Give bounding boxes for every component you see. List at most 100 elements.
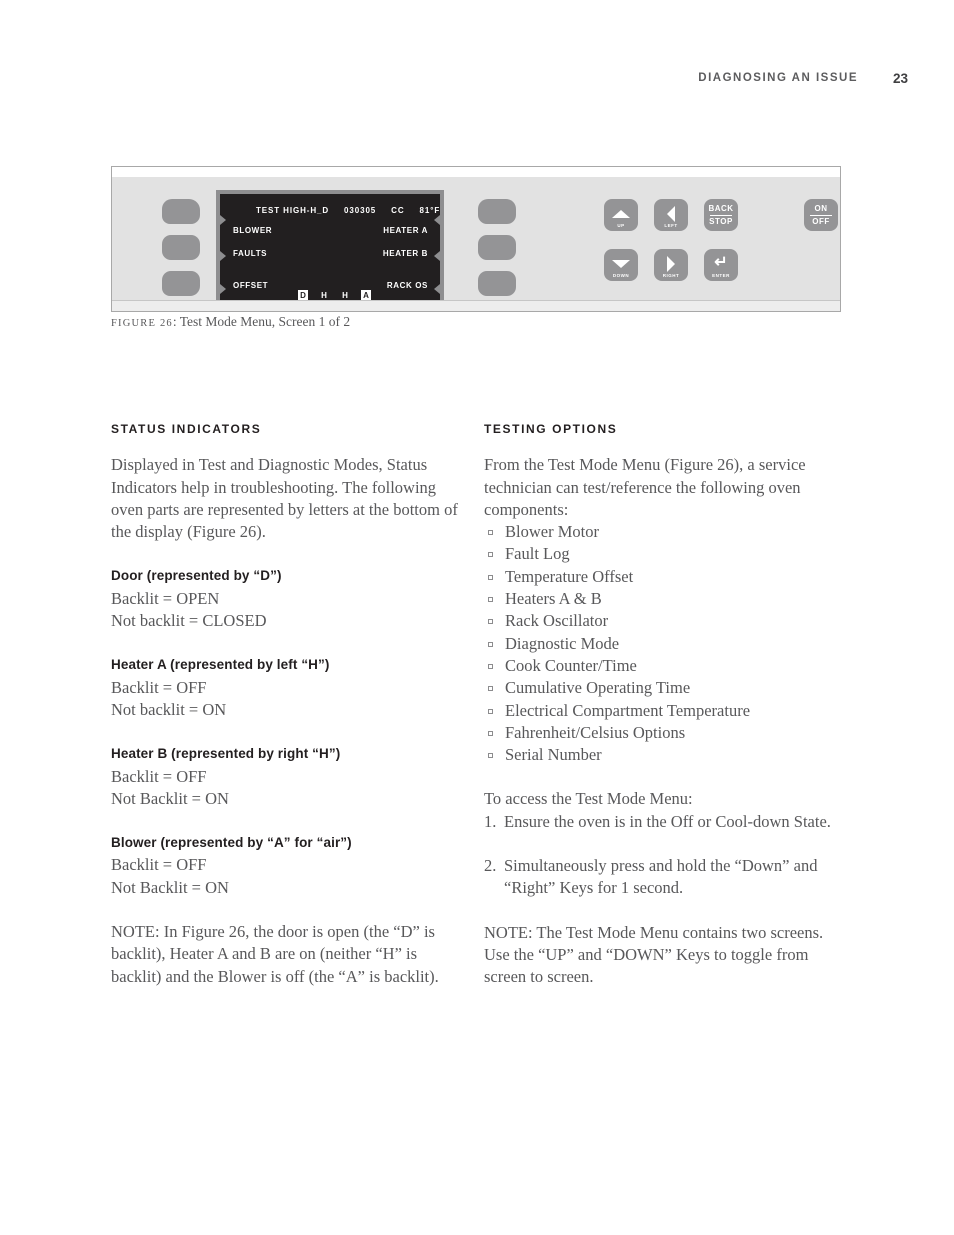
lcd-pointer-left-2 (220, 251, 226, 261)
page-running-header: DIAGNOSING AN ISSUE 23 (0, 71, 954, 92)
lcd-bezel: TEST HIGH-H_D 030305 CC 81°F BLOWER FAULTS … (216, 190, 444, 304)
definition-blower: Blower (represented by “A” for “air”) Ba… (111, 832, 471, 899)
softkey-left-1[interactable] (162, 199, 200, 224)
enter-key[interactable]: ↵ ENTER (704, 249, 738, 281)
lcd-code: 030305 (344, 206, 377, 215)
right-key-label: RIGHT (662, 273, 680, 278)
option-label: Cumulative Operating Time (505, 678, 691, 698)
lcd-pointer-right-2 (434, 251, 440, 261)
softkey-left-2[interactable] (162, 235, 200, 260)
access-steps-list: 1. Ensure the oven is in the Off or Cool-… (484, 811, 844, 900)
lcd-menu-blower[interactable]: BLOWER (233, 226, 272, 235)
definition-blower-term: Blower (111, 835, 157, 851)
definition-heater-a-term: Heater A (111, 657, 167, 673)
definition-door-term: Door (111, 568, 143, 584)
status-indicators-intro: Displayed in Test and Diagnostic Modes, … (111, 455, 458, 542)
list-item: Electrical Compartment Temperature (484, 700, 844, 722)
step-text: Ensure the oven is in the Off or Cool-do… (504, 811, 831, 831)
panel-bottom-strip (112, 300, 840, 311)
lcd-menu-offset[interactable]: OFFSET (233, 281, 268, 290)
softkey-right-3[interactable] (478, 271, 516, 296)
status-indicator-blower: A (361, 290, 371, 300)
onoff-divider-rule (810, 215, 832, 216)
softkey-right-1[interactable] (478, 199, 516, 224)
list-item: Rack Oscillator (484, 610, 844, 632)
list-item: 2. Simultaneously press and hold the “Dow… (484, 855, 844, 900)
lcd-screen: TEST HIGH-H_D 030305 CC 81°F BLOWER FAULTS … (220, 194, 440, 300)
back-label: BACK (708, 204, 734, 213)
oven-keypad: UP DOWN LEFT RIGHT BACK STOP ↵ ENTER ON … (582, 177, 840, 300)
option-label: Blower Motor (505, 522, 599, 542)
definition-heater-a-heading: Heater A (represented by left “H”) (111, 654, 471, 676)
lcd-menu-rack-os[interactable]: RACK OS (387, 281, 428, 290)
list-item: 1. Ensure the oven is in the Off or Cool-… (484, 811, 844, 833)
lcd-pointer-right-1 (434, 215, 440, 225)
down-key-label: DOWN (612, 273, 630, 278)
left-key[interactable]: LEFT (654, 199, 688, 231)
triangle-down-icon (604, 256, 638, 272)
up-key-label: UP (617, 223, 625, 228)
option-label: Serial Number (505, 745, 602, 765)
enter-key-label: ENTER (712, 273, 730, 278)
lcd-pointer-left-1 (220, 215, 226, 225)
definition-heater-a-line1: Backlit = OFF (111, 677, 207, 697)
option-label: Rack Oscillator (505, 611, 609, 631)
square-bullet-icon (488, 708, 493, 714)
figure-26-control-panel: TEST HIGH-H_D 030305 CC 81°F BLOWER FAULTS … (111, 166, 841, 312)
status-indicator-heater-a: H (321, 291, 327, 300)
option-label: Electrical Compartment Temperature (505, 700, 751, 720)
square-bullet-icon (488, 753, 493, 759)
testing-options-note: NOTE: The Test Mode Menu contains two sc… (484, 922, 824, 987)
definition-heater-b-line2: Not Backlit = ON (111, 788, 229, 808)
step-number: 1. (484, 811, 497, 831)
stop-label: STOP (709, 217, 733, 226)
definition-heater-b-qualifier: (represented by right “H”) (167, 746, 341, 762)
definition-heater-a-line2: Not backlit = ON (111, 699, 227, 719)
status-indicators-heading: STATUS INDICATORS (111, 422, 262, 436)
right-column: TESTING OPTIONS From the Test Mode Menu … (484, 418, 844, 989)
softkey-left-3[interactable] (162, 271, 200, 296)
definition-blower-qualifier: (represented by “A” for “air”) (156, 835, 352, 851)
step-number: 2. (484, 856, 497, 876)
down-key[interactable]: DOWN (604, 249, 638, 281)
square-bullet-icon (488, 552, 493, 558)
header-section-title: DIAGNOSING AN ISSUE (698, 72, 858, 84)
lcd-menu-heater-b[interactable]: HEATER B (383, 249, 428, 258)
lcd-title-row: TEST HIGH-H_D 030305 CC 81°F (256, 206, 440, 215)
lcd-menu-faults[interactable]: FAULTS (233, 249, 267, 258)
off-label: OFF (812, 217, 830, 226)
status-indicator-heater-b: H (342, 291, 348, 300)
definition-heater-b-heading: Heater B (represented by right “H”) (111, 743, 471, 765)
square-bullet-icon (488, 686, 493, 692)
up-key[interactable]: UP (604, 199, 638, 231)
on-label: ON (814, 204, 828, 213)
list-item: Cumulative Operating Time (484, 677, 844, 699)
option-label: Fahrenheit/Celsius Options (505, 722, 686, 742)
list-item: Diagnostic Mode (484, 633, 844, 655)
lcd-menu-heater-a[interactable]: HEATER A (383, 226, 428, 235)
square-bullet-icon (488, 597, 493, 603)
testing-options-heading: TESTING OPTIONS (484, 422, 618, 436)
list-item: Blower Motor (484, 521, 844, 543)
lcd-status-indicator-row: D H H A (298, 290, 371, 300)
right-key[interactable]: RIGHT (654, 249, 688, 281)
lcd-mode-name: TEST HIGH-H_D (256, 206, 330, 215)
left-column: STATUS INDICATORS Displayed in Test and … (111, 418, 471, 988)
list-item: Fault Log (484, 543, 844, 565)
definition-heater-b-line1: Backlit = OFF (111, 766, 207, 786)
definition-heater-b: Heater B (represented by right “H”) Back… (111, 743, 471, 810)
list-item: Heaters A & B (484, 588, 844, 610)
back-stop-key[interactable]: BACK STOP (704, 199, 738, 231)
key-divider-rule (710, 215, 732, 216)
square-bullet-icon (488, 641, 493, 647)
left-key-label: LEFT (664, 223, 678, 228)
lcd-temperature: 81°F (419, 206, 440, 215)
softkey-right-2[interactable] (478, 235, 516, 260)
lcd-pointer-right-3 (434, 284, 440, 294)
definition-heater-b-term: Heater B (111, 746, 168, 762)
status-indicators-note: NOTE: In Figure 26, the door is open (th… (111, 922, 439, 986)
on-off-key[interactable]: ON OFF (804, 199, 838, 231)
definition-door: Door (represented by “D”) Backlit = OPEN… (111, 565, 471, 632)
step-text: Simultaneously press and hold the “Down”… (504, 856, 818, 898)
list-item: Cook Counter/Time (484, 655, 844, 677)
